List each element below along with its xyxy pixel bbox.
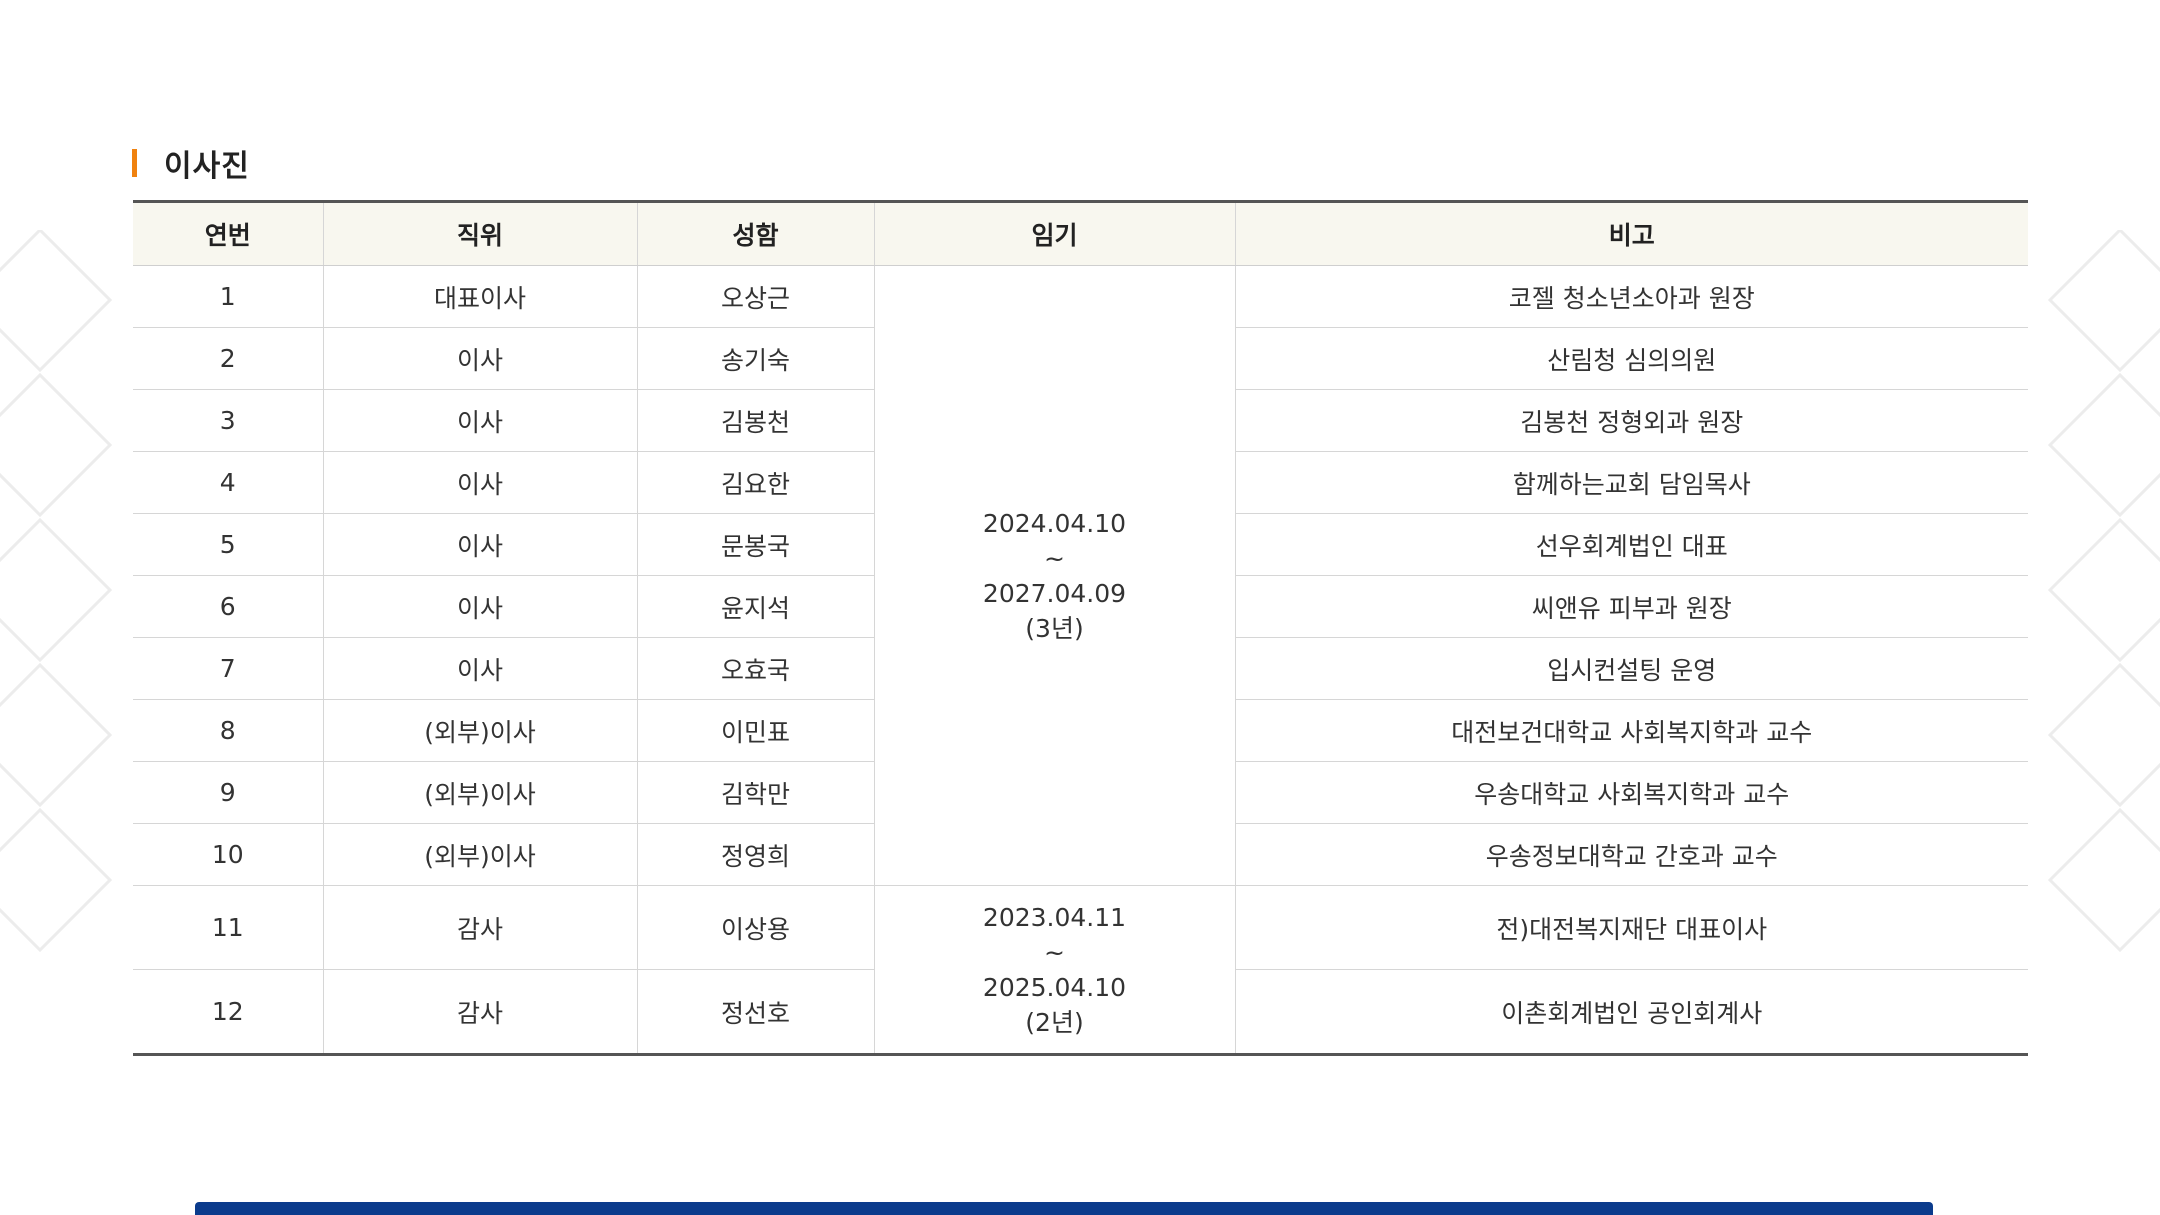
row-number: 7 bbox=[133, 637, 324, 700]
table-header-row: 연번 직위 성함 임기 비고 bbox=[133, 201, 2028, 266]
row-position: (외부)이사 bbox=[322, 761, 638, 824]
row-note: 코젤 청소년소아과 원장 bbox=[1234, 265, 2028, 328]
row-name: 이상용 bbox=[636, 885, 875, 970]
row-note: 김봉천 정형외과 원장 bbox=[1234, 389, 2028, 452]
column-header-name: 성함 bbox=[636, 201, 875, 266]
row-name: 오효국 bbox=[636, 637, 875, 700]
term-length: (2년) bbox=[1025, 1007, 1084, 1037]
row-number: 1 bbox=[133, 265, 324, 328]
row-number: 11 bbox=[133, 885, 324, 970]
term-length: (3년) bbox=[1025, 613, 1084, 643]
row-number: 2 bbox=[133, 327, 324, 390]
row-name: 윤지석 bbox=[636, 575, 875, 638]
row-note: 전)대전복지재단 대표이사 bbox=[1234, 885, 2028, 970]
row-note: 함께하는교회 담임목사 bbox=[1234, 451, 2028, 514]
bottom-accent-bar bbox=[195, 1202, 1933, 1215]
term-cell-directors: 2024.04.10 ~ 2027.04.09 (3년) bbox=[873, 265, 1236, 886]
row-name: 김학만 bbox=[636, 761, 875, 824]
term-start: 2024.04.10 bbox=[982, 508, 1127, 538]
row-position: 이사 bbox=[322, 327, 638, 390]
row-note: 우송대학교 사회복지학과 교수 bbox=[1234, 761, 2028, 824]
row-position: 이사 bbox=[322, 513, 638, 576]
row-number: 12 bbox=[133, 969, 324, 1055]
decorative-diamond-pattern-right bbox=[2040, 230, 2160, 990]
row-number: 6 bbox=[133, 575, 324, 638]
row-note: 산림청 심의의원 bbox=[1234, 327, 2028, 390]
row-position: 대표이사 bbox=[322, 265, 638, 328]
section-title: 이사진 bbox=[132, 143, 250, 184]
table-row: 1 대표이사 오상근 2024.04.10 ~ 2027.04.09 (3년) … bbox=[133, 265, 2028, 886]
row-name: 김봉천 bbox=[636, 389, 875, 452]
term-end: 2025.04.10 bbox=[982, 972, 1127, 1002]
row-position: (외부)이사 bbox=[322, 699, 638, 762]
row-number: 5 bbox=[133, 513, 324, 576]
term-start: 2023.04.11 bbox=[982, 902, 1127, 932]
term-separator: ~ bbox=[1044, 937, 1065, 967]
row-name: 문봉국 bbox=[636, 513, 875, 576]
row-name: 정영희 bbox=[636, 823, 875, 886]
row-note: 선우회계법인 대표 bbox=[1234, 513, 2028, 576]
row-position: 이사 bbox=[322, 575, 638, 638]
term-separator: ~ bbox=[1044, 543, 1065, 573]
row-name: 김요한 bbox=[636, 451, 875, 514]
section-title-text: 이사진 bbox=[164, 149, 250, 184]
row-name: 이민표 bbox=[636, 699, 875, 762]
column-header-note: 비고 bbox=[1234, 201, 2028, 266]
board-members-table: 연번 직위 성함 임기 비고 1 대표이사 오상근 2024.04.10 ~ 2… bbox=[133, 200, 2028, 1056]
row-name: 정선호 bbox=[636, 969, 875, 1055]
row-position: 이사 bbox=[322, 389, 638, 452]
table-row: 11 감사 이상용 2023.04.11 ~ 2025.04.10 (2년) 전… bbox=[133, 885, 2028, 1055]
row-position: 감사 bbox=[322, 885, 638, 970]
row-position: 이사 bbox=[322, 451, 638, 514]
title-accent-bar bbox=[132, 149, 137, 177]
row-note: 대전보건대학교 사회복지학과 교수 bbox=[1234, 699, 2028, 762]
row-position: (외부)이사 bbox=[322, 823, 638, 886]
column-header-no: 연번 bbox=[133, 201, 324, 266]
column-header-position: 직위 bbox=[322, 201, 638, 266]
row-number: 8 bbox=[133, 699, 324, 762]
decorative-diamond-pattern-left bbox=[0, 230, 120, 990]
term-cell-auditors: 2023.04.11 ~ 2025.04.10 (2년) bbox=[873, 885, 1236, 1055]
row-note: 입시컨설팅 운영 bbox=[1234, 637, 2028, 700]
column-header-term: 임기 bbox=[873, 201, 1236, 266]
row-number: 10 bbox=[133, 823, 324, 886]
row-position: 감사 bbox=[322, 969, 638, 1055]
row-name: 송기숙 bbox=[636, 327, 875, 390]
term-end: 2027.04.09 bbox=[982, 578, 1127, 608]
row-number: 4 bbox=[133, 451, 324, 514]
row-note: 씨앤유 피부과 원장 bbox=[1234, 575, 2028, 638]
row-note: 이촌회계법인 공인회계사 bbox=[1234, 969, 2028, 1055]
row-position: 이사 bbox=[322, 637, 638, 700]
row-note: 우송정보대학교 간호과 교수 bbox=[1234, 823, 2028, 886]
row-number: 9 bbox=[133, 761, 324, 824]
row-number: 3 bbox=[133, 389, 324, 452]
row-name: 오상근 bbox=[636, 265, 875, 328]
